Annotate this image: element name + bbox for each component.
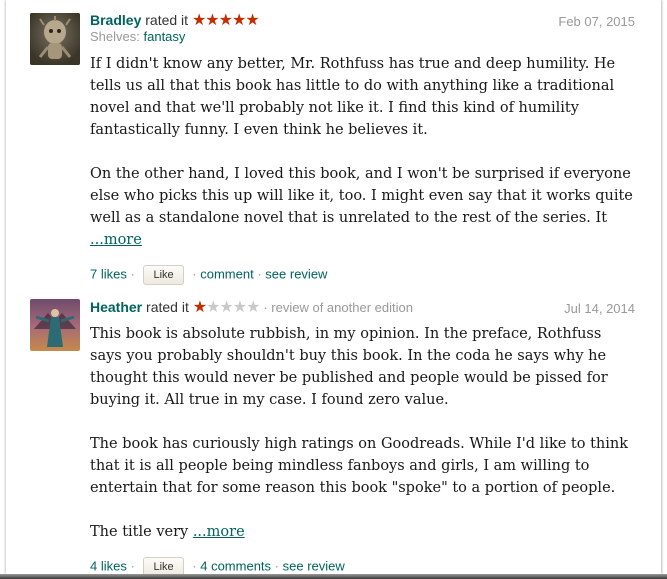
avatar[interactable] bbox=[30, 13, 80, 65]
stars-on: ★★★★★ bbox=[191, 12, 260, 29]
star-rating: ★★★★★ bbox=[192, 299, 261, 316]
shelf-link[interactable]: fantasy bbox=[144, 29, 186, 44]
avatar[interactable] bbox=[30, 299, 80, 351]
like-button[interactable]: Like bbox=[143, 265, 184, 285]
stars-off: ★★★★ bbox=[206, 299, 260, 316]
reviews-panel: Bradley rated it ★★★★★ Feb 07, 2015 Shel… bbox=[6, 0, 661, 577]
more-link[interactable]: ...more bbox=[193, 524, 245, 540]
likes-count[interactable]: 7 likes bbox=[90, 266, 127, 281]
reviewer-name[interactable]: Heather bbox=[90, 299, 142, 315]
comment-link[interactable]: 4 comments bbox=[200, 558, 271, 573]
stars-on: ★ bbox=[192, 299, 207, 316]
more-link[interactable]: ...more bbox=[90, 232, 142, 248]
review-paragraph: This book is absolute rubbish, in my opi… bbox=[90, 326, 608, 408]
review-paragraph-last: The title very ...more bbox=[90, 521, 635, 543]
reviewer-name[interactable]: Bradley bbox=[90, 12, 141, 28]
review-paragraph: If I didn't know any better, Mr. Rothfus… bbox=[90, 56, 616, 138]
review-date[interactable]: Feb 07, 2015 bbox=[558, 14, 635, 29]
shelves-label: Shelves: bbox=[90, 29, 140, 44]
edition-note[interactable]: review of another edition bbox=[271, 300, 413, 315]
rated-label: rated it bbox=[145, 12, 189, 28]
review-date[interactable]: Jul 14, 2014 bbox=[564, 301, 635, 316]
window-bottom-edge bbox=[0, 574, 667, 579]
star-rating: ★★★★★ bbox=[191, 12, 260, 29]
shelves-line: Shelves: fantasy bbox=[90, 29, 635, 44]
review-paragraph: The title very bbox=[90, 524, 189, 540]
rated-label: rated it bbox=[146, 299, 189, 315]
review-paragraph: On the other hand, I loved this book, an… bbox=[90, 166, 633, 226]
review-paragraph: The book has curiously high ratings on G… bbox=[90, 436, 629, 496]
see-review-link[interactable]: see review bbox=[265, 266, 327, 281]
comment-link[interactable]: comment bbox=[200, 266, 253, 281]
review-text: If I didn't know any better, Mr. Rothfus… bbox=[90, 53, 635, 251]
likes-count[interactable]: 4 likes bbox=[90, 558, 127, 573]
review-actions: 7 likes · Like · comment · see review bbox=[90, 265, 635, 285]
see-review-link[interactable]: see review bbox=[283, 558, 345, 573]
review-text: This book is absolute rubbish, in my opi… bbox=[90, 323, 635, 543]
